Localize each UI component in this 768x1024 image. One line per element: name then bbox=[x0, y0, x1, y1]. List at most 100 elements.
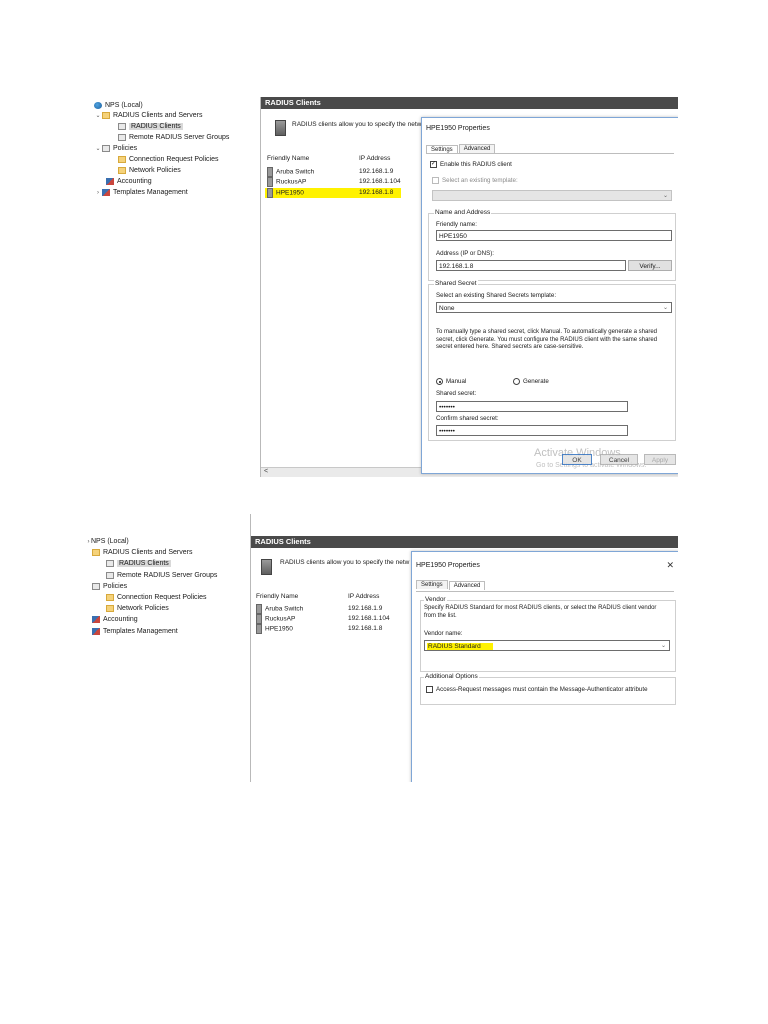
folder-icon bbox=[118, 167, 126, 174]
chevron-down-icon[interactable]: ⌄ bbox=[94, 112, 102, 119]
tree-item-templates-management[interactable]: Templates Management bbox=[92, 626, 178, 637]
tab-settings[interactable]: Settings bbox=[416, 580, 448, 589]
shared-secret-label: Shared secret: bbox=[436, 390, 477, 397]
secret-template-label: Select an existing Shared Secrets templa… bbox=[436, 292, 557, 299]
dialog-title: HPE1950 Properties bbox=[426, 125, 490, 132]
column-header-ip-address[interactable]: IP Address bbox=[348, 593, 379, 600]
tab-advanced[interactable]: Advanced bbox=[448, 581, 486, 590]
confirm-secret-label: Confirm shared secret: bbox=[436, 415, 499, 422]
confirm-secret-input[interactable]: ••••••• bbox=[436, 425, 628, 436]
nps-console-settings: NPS (Local) ⌄ RADIUS Clients and Servers… bbox=[92, 97, 678, 477]
additional-options-group-title: Additional Options bbox=[424, 673, 479, 680]
table-row[interactable]: RuckusAP 192.168.1.104 bbox=[256, 614, 396, 624]
dialog-title: HPE1950 Properties bbox=[416, 562, 480, 569]
server-icon bbox=[256, 624, 262, 634]
pane-intro: RADIUS clients allow you to specify the … bbox=[292, 121, 422, 128]
document-icon bbox=[106, 560, 114, 567]
pane-title: RADIUS Clients bbox=[261, 97, 678, 109]
manual-radio[interactable] bbox=[436, 378, 443, 385]
message-authenticator-checkbox[interactable] bbox=[426, 686, 433, 693]
tree-item-radius-clients[interactable]: RADIUS Clients bbox=[106, 558, 171, 569]
templates-icon bbox=[92, 628, 100, 635]
close-icon[interactable]: ✕ bbox=[666, 560, 674, 571]
column-header-friendly-name[interactable]: Friendly Name bbox=[267, 155, 309, 162]
server-icon bbox=[267, 167, 273, 177]
existing-template-label: Select an existing template: bbox=[442, 177, 518, 184]
document-icon bbox=[118, 134, 126, 141]
tree-item-radius-clients-servers[interactable]: RADIUS Clients and Servers bbox=[92, 547, 192, 558]
tree-item-remote-radius-groups[interactable]: Remote RADIUS Server Groups bbox=[118, 132, 229, 143]
existing-template-checkbox[interactable] bbox=[432, 177, 439, 184]
accounting-icon bbox=[106, 178, 114, 185]
table-row-selected[interactable]: HPE1950 192.168.1.8 bbox=[265, 188, 401, 198]
dialog-tabs: Settings Advanced bbox=[426, 144, 496, 154]
pane-title: RADIUS Clients bbox=[251, 536, 678, 548]
vendor-name-select[interactable]: RADIUS Standard ⌄ bbox=[424, 640, 670, 651]
globe-icon bbox=[94, 102, 102, 109]
verify-button[interactable]: Verify... bbox=[628, 260, 672, 271]
document-icon bbox=[102, 145, 110, 152]
tree-item-remote-radius-groups[interactable]: Remote RADIUS Server Groups bbox=[106, 570, 217, 581]
vendor-name-label: Vendor name: bbox=[424, 630, 463, 637]
tree-item-accounting[interactable]: Accounting bbox=[106, 176, 152, 187]
apply-button[interactable]: Apply bbox=[644, 454, 676, 465]
column-header-friendly-name[interactable]: Friendly Name bbox=[256, 593, 298, 600]
table-row[interactable]: Aruba Switch 192.168.1.9 bbox=[267, 167, 407, 177]
scroll-left-arrow[interactable]: < bbox=[261, 468, 268, 475]
server-icon bbox=[256, 614, 262, 624]
message-authenticator-label: Access-Request messages must contain the… bbox=[436, 686, 648, 693]
chevron-down-icon: ⌄ bbox=[660, 643, 666, 649]
folder-icon bbox=[118, 156, 126, 163]
generate-label: Generate bbox=[523, 378, 549, 385]
generate-radio[interactable] bbox=[513, 378, 520, 385]
ok-button[interactable]: OK bbox=[562, 454, 592, 465]
tree-item-network-policies[interactable]: Network Policies bbox=[118, 165, 181, 176]
folder-icon bbox=[106, 605, 114, 612]
secret-template-select[interactable]: None ⌄ bbox=[436, 302, 672, 313]
shared-secret-input[interactable]: ••••••• bbox=[436, 401, 628, 412]
folder-icon bbox=[92, 549, 100, 556]
friendly-name-label: Friendly name: bbox=[436, 221, 477, 228]
shared-secret-group-title: Shared Secret bbox=[434, 280, 478, 287]
nps-tree: NPS (Local) ⌄ RADIUS Clients and Servers… bbox=[92, 97, 261, 477]
server-icon bbox=[261, 559, 272, 575]
vendor-group-title: Vendor bbox=[424, 596, 447, 603]
dialog-tabs: Settings Advanced bbox=[416, 580, 486, 590]
tree-item-templates-management[interactable]: › Templates Management bbox=[94, 187, 188, 198]
folder-icon bbox=[102, 112, 110, 119]
tree-item-accounting[interactable]: Accounting bbox=[92, 614, 138, 625]
server-icon bbox=[256, 604, 262, 614]
tree-item-nps-local[interactable]: › NPS (Local) bbox=[86, 536, 129, 547]
name-address-group-title: Name and Address bbox=[434, 209, 492, 216]
chevron-right-icon[interactable]: › bbox=[94, 190, 102, 196]
friendly-name-input[interactable]: HPE1950 bbox=[436, 230, 672, 241]
nps-tree: › NPS (Local) RADIUS Clients and Servers… bbox=[86, 514, 251, 782]
address-label: Address (IP or DNS): bbox=[436, 250, 494, 257]
tree-item-policies[interactable]: Policies bbox=[92, 581, 127, 592]
table-row[interactable]: Aruba Switch 192.168.1.9 bbox=[256, 604, 396, 614]
properties-dialog-settings: HPE1950 Properties Settings Advanced ✓ E… bbox=[421, 117, 678, 474]
accounting-icon bbox=[92, 616, 100, 623]
enable-client-checkbox[interactable]: ✓ bbox=[430, 161, 437, 168]
tree-item-network-policies[interactable]: Network Policies bbox=[106, 603, 169, 614]
table-row[interactable]: RuckusAP 192.168.1.104 bbox=[267, 177, 407, 187]
chevron-down-icon: ⌄ bbox=[662, 193, 668, 199]
cancel-button[interactable]: Cancel bbox=[600, 454, 638, 465]
server-icon bbox=[267, 188, 273, 198]
address-input[interactable]: 192.168.1.8 bbox=[436, 260, 626, 271]
enable-client-label: Enable this RADIUS client bbox=[440, 161, 512, 168]
tree-item-policies[interactable]: ⌄ Policies bbox=[94, 143, 137, 154]
column-header-ip-address[interactable]: IP Address bbox=[359, 155, 390, 162]
tab-advanced[interactable]: Advanced bbox=[458, 144, 496, 153]
server-icon bbox=[267, 177, 273, 187]
tree-item-radius-clients-servers[interactable]: ⌄ RADIUS Clients and Servers bbox=[94, 110, 202, 121]
tree-item-connection-request-policies[interactable]: Connection Request Policies bbox=[118, 154, 219, 165]
document-icon bbox=[92, 583, 100, 590]
tree-item-connection-request-policies[interactable]: Connection Request Policies bbox=[106, 592, 207, 603]
chevron-down-icon[interactable]: ⌄ bbox=[94, 145, 102, 152]
manual-label: Manual bbox=[446, 378, 467, 385]
table-row[interactable]: HPE1950 192.168.1.8 bbox=[256, 624, 396, 634]
tree-item-radius-clients[interactable]: RADIUS Clients bbox=[118, 121, 183, 132]
template-select[interactable]: ⌄ bbox=[432, 190, 672, 201]
pane-intro: RADIUS clients allow you to specify the … bbox=[280, 559, 410, 566]
